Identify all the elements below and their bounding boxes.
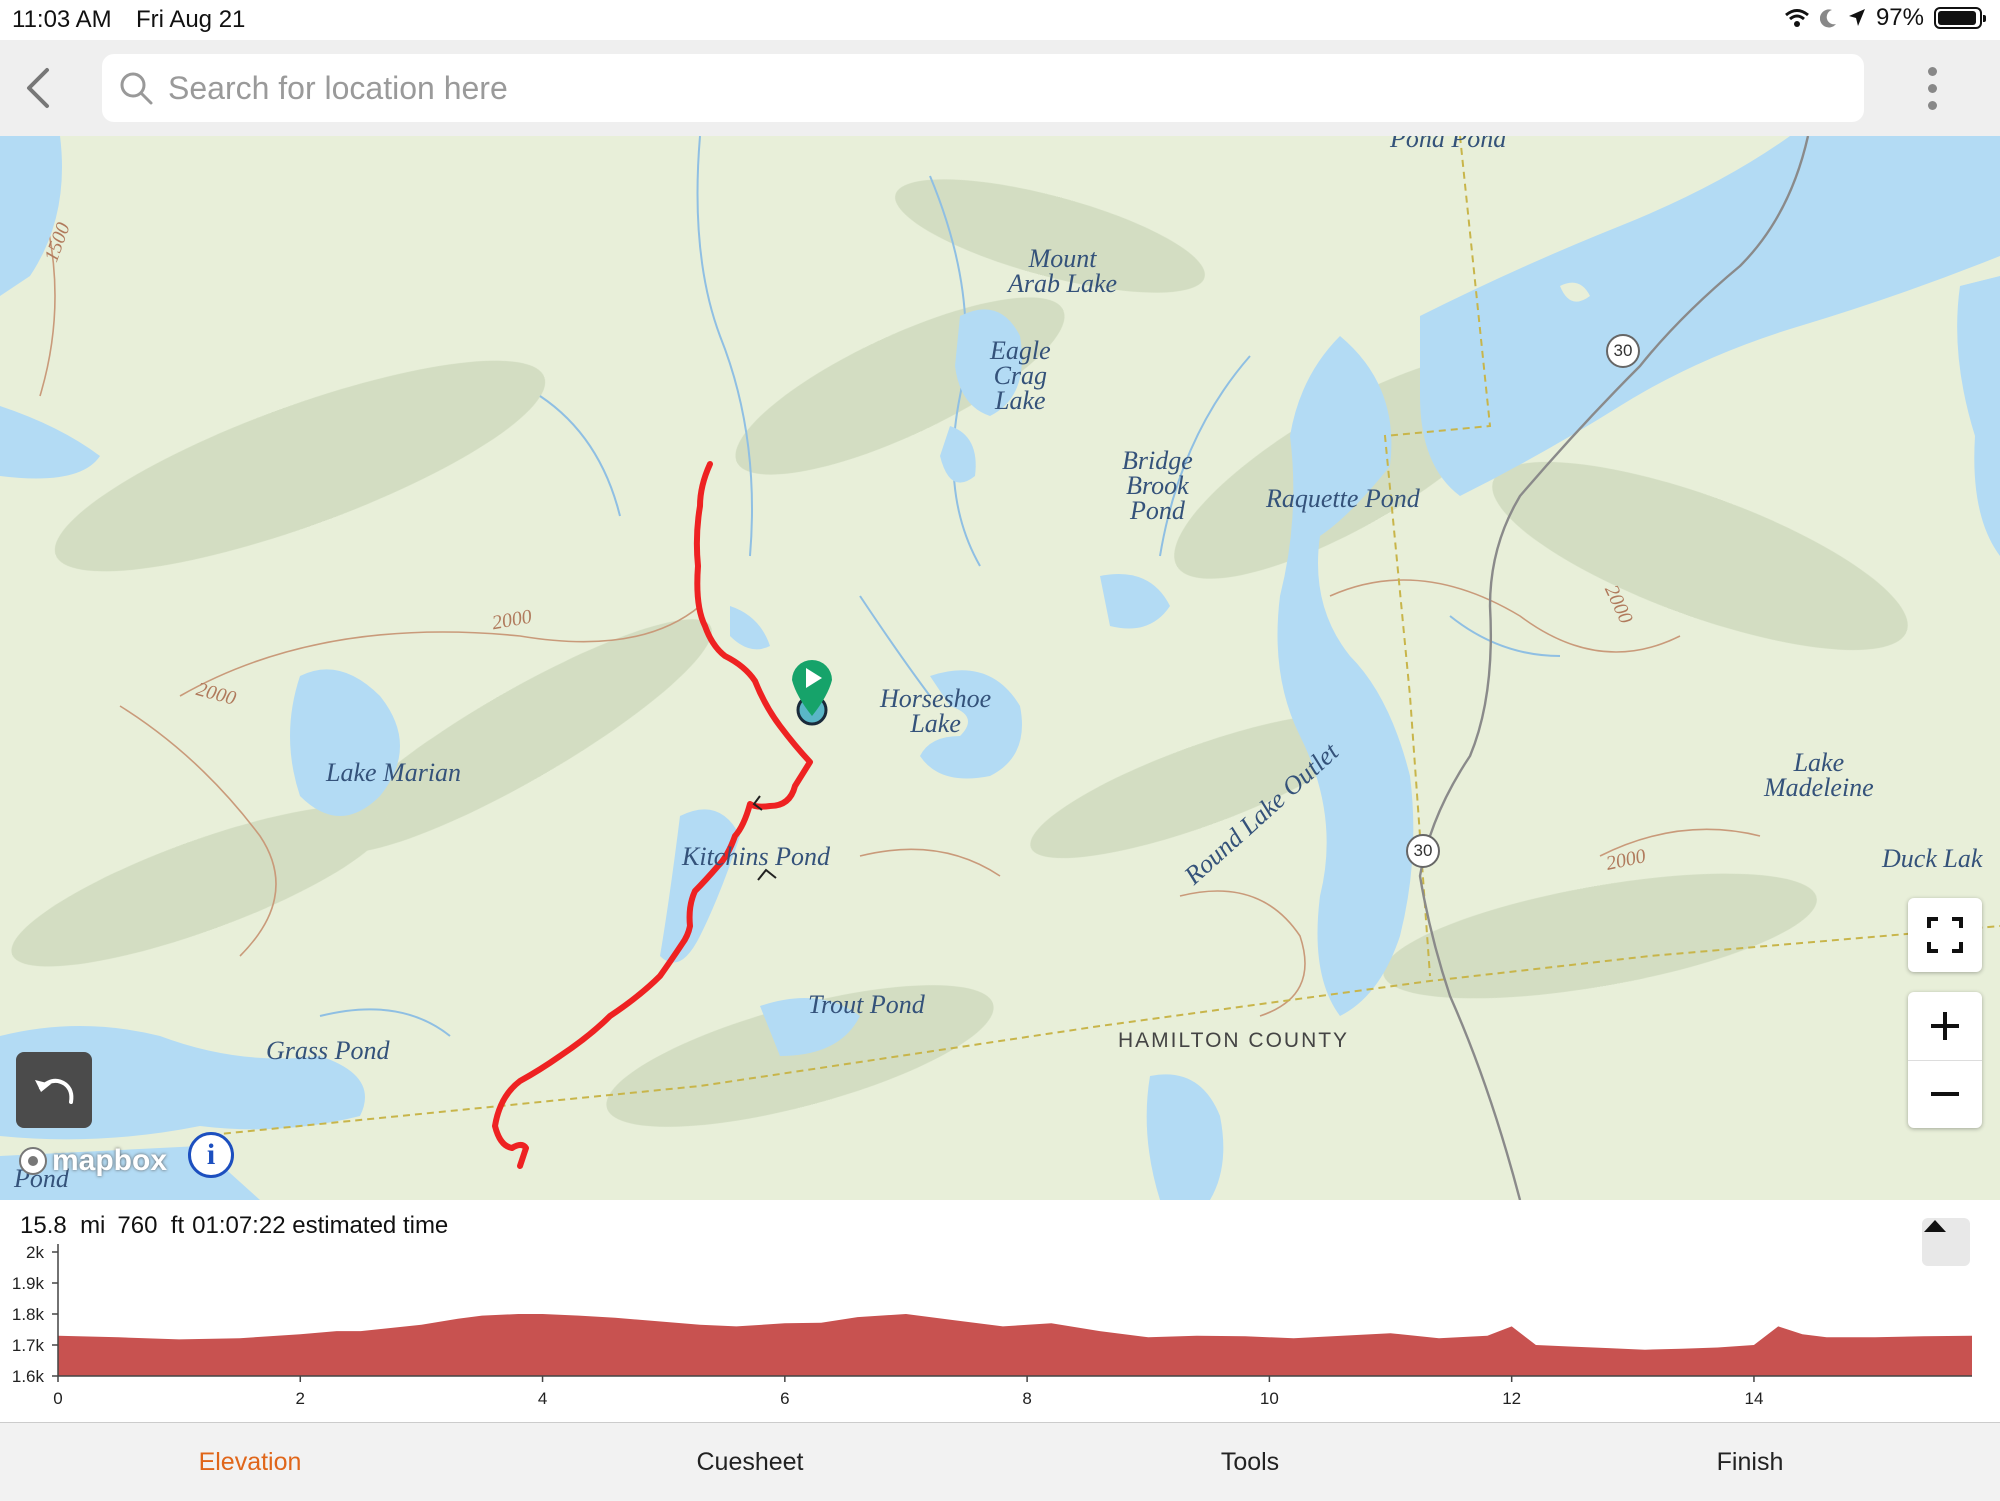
route-shield-30-north: 30 [1606,334,1640,368]
y-tick-label: 1.6k [12,1367,45,1386]
water-hamilton [1146,1074,1224,1200]
info-button[interactable]: i [188,1132,234,1178]
zoom-out-button[interactable] [1908,1061,1982,1129]
zoom-in-button[interactable] [1908,992,1982,1061]
label-hamilton-county: HAMILTON COUNTY [1118,1029,1350,1052]
label-grass-pond: Grass Pond [266,1036,390,1065]
fullscreen-button[interactable] [1908,898,1982,972]
y-tick-label: 1.8k [12,1305,45,1324]
x-tick-label: 4 [538,1389,547,1408]
tab-tools[interactable]: Tools [1000,1423,1500,1501]
label-horseshoe-lake: Horseshoe Lake [880,684,992,738]
location-arrow-icon [1848,9,1865,26]
y-tick-label: 2k [26,1243,44,1262]
search-input[interactable] [166,68,1770,108]
water-eagle-crag [940,426,976,483]
x-tick-label: 6 [780,1389,789,1408]
status-icons: 97% [1784,4,1986,32]
water-top-left [0,136,62,296]
back-button[interactable] [14,62,62,114]
top-bar [0,40,2000,136]
start-marker[interactable] [792,660,832,726]
search-icon [120,72,153,105]
tab-elevation[interactable]: Elevation [0,1423,500,1501]
mapbox-attribution[interactable]: mapbox [18,1144,167,1178]
x-tick-label: 12 [1502,1389,1521,1408]
label-bridge-brook-pond: Bridge Brook Pond [1122,446,1193,525]
mapbox-wordmark: mapbox [52,1144,168,1177]
label-lake-madeleine: Lake Madeleine [1764,748,1874,802]
search-bar[interactable] [102,54,1864,122]
undo-icon [35,1078,74,1104]
label-eagle-crag-lake: Eagle Crag Lake [990,336,1051,415]
info-icon: i [206,1138,216,1171]
status-bar: 11:03 AM Fri Aug 21 97% [0,0,2000,40]
minus-icon [1931,1092,1959,1097]
battery-icon [1934,7,1986,29]
label-pond-top: Pond Pond [1390,136,1507,153]
x-tick-label: 14 [1744,1389,1763,1408]
elevation-panel: 15.8 mi 760 ft 01:07:22 estimated time 2… [0,1200,2000,1422]
route-shield-30-south: 30 [1406,834,1440,868]
x-tick-label: 0 [53,1389,62,1408]
x-tick-label: 2 [296,1389,305,1408]
undo-button[interactable] [16,1052,92,1128]
y-tick-label: 1.7k [12,1336,45,1355]
tab-finish[interactable]: Finish [1500,1423,2000,1501]
more-dots-icon [1927,66,1937,76]
label-raquette-pond: Raquette Pond [1266,484,1420,513]
label-lake-marian: Lake Marian [326,758,462,787]
tab-cuesheet[interactable]: Cuesheet [500,1423,1000,1501]
map-view[interactable]: Pond Pond Mount Arab Lake Eagle Crag Lak… [0,136,2000,1200]
chevron-left-icon [27,68,49,108]
water-left-mid [0,406,100,479]
label-mount-arab-lake: Mount Arab Lake [1008,244,1118,298]
plus-icon [1931,1011,1959,1040]
label-duck-lake: Duck Lak [1882,844,1983,873]
water-tupper-lake [1420,136,2000,496]
water-stream-pond [730,606,770,650]
fullscreen-icon [1927,917,1963,953]
water-bridge-brook [1100,574,1170,629]
x-tick-label: 8 [1022,1389,1031,1408]
label-trout-pond: Trout Pond [808,990,925,1019]
label-kitchins-pond: Kitchins Pond [682,842,831,871]
x-tick-label: 10 [1260,1389,1279,1408]
water-right-edge [1957,276,2000,556]
battery-percent: 97% [1875,4,1924,31]
status-date: Fri Aug 21 [136,6,246,33]
elevation-area [58,1314,1972,1376]
elevation-chart[interactable]: 2k 1.9k 1.8k 1.7k 1.6k 0 2 4 6 8 10 12 14 [0,1200,2000,1422]
bottom-tab-bar: Elevation Cuesheet Tools Finish [0,1422,2000,1501]
zoom-controls [1908,992,1982,1128]
wifi-icon [1785,9,1809,27]
moon-icon [1819,9,1836,28]
y-tick-label: 1.9k [12,1274,45,1293]
more-options-button[interactable] [1912,60,1952,116]
status-time: 11:03 AM [12,6,112,33]
mapbox-logo-icon [19,1147,47,1175]
